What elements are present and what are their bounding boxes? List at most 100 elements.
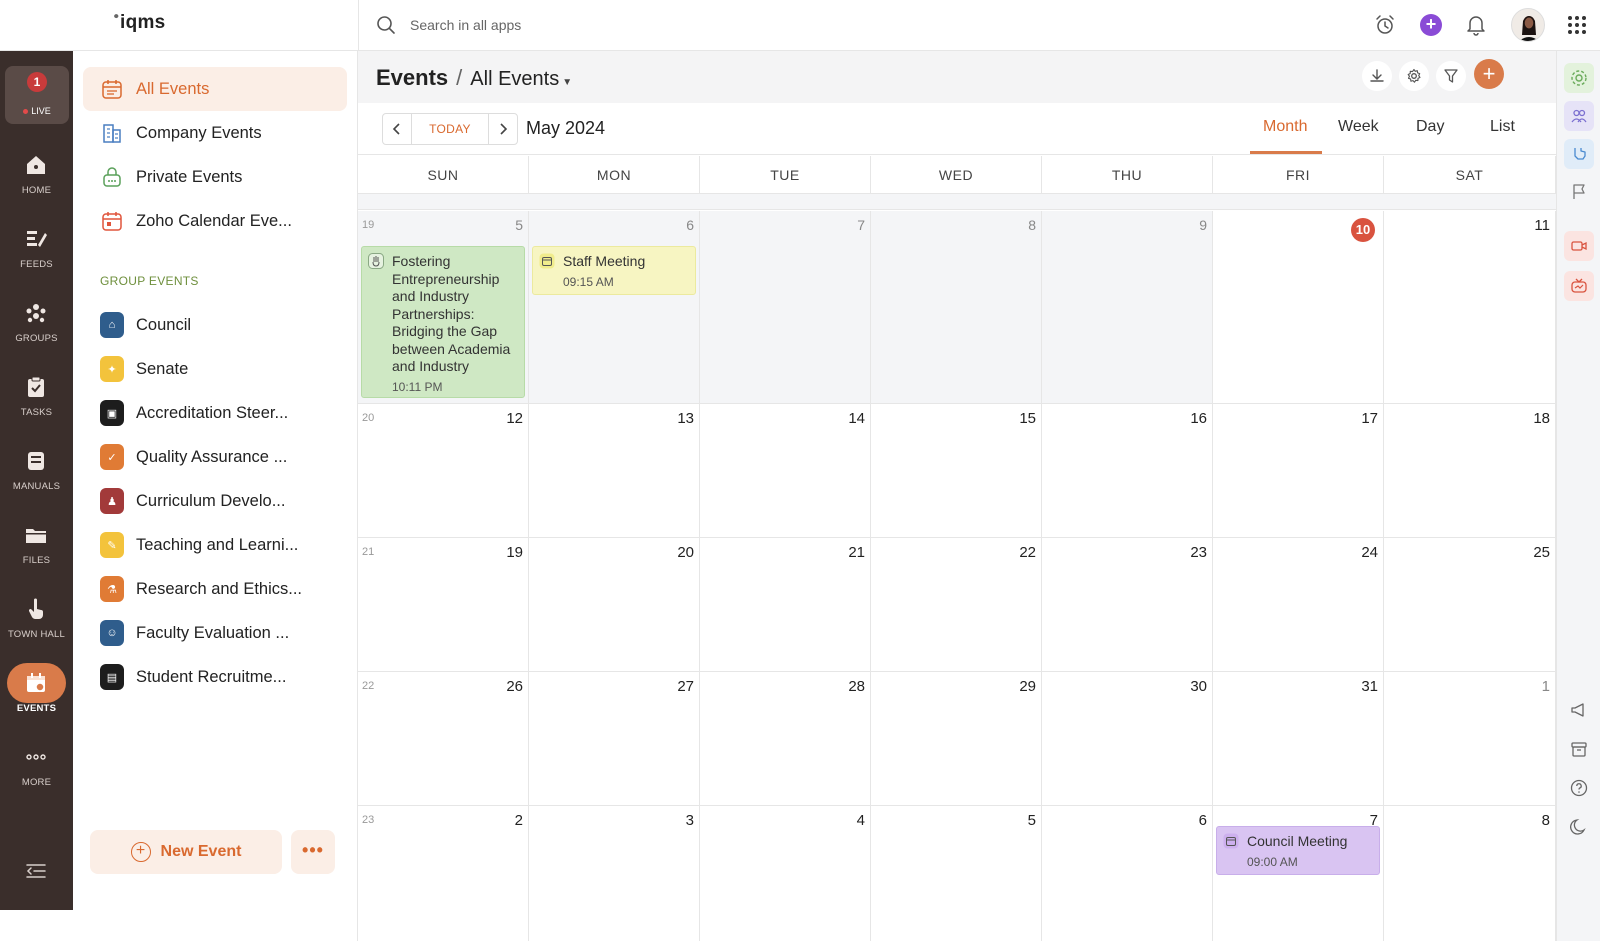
alarm-clock-icon[interactable] bbox=[1372, 12, 1398, 38]
sidebar-group-senate[interactable]: ✦ Senate bbox=[83, 347, 347, 391]
sidebar-item-all-events[interactable]: All Events bbox=[83, 67, 347, 111]
day-cell[interactable]: 3 bbox=[529, 806, 700, 941]
day-cell[interactable]: 20 12 bbox=[358, 404, 529, 537]
day-cell[interactable]: 14 bbox=[700, 404, 871, 537]
tab-month[interactable]: Month bbox=[1263, 118, 1307, 136]
day-cell[interactable]: 22 26 bbox=[358, 672, 529, 805]
rail-item-more[interactable]: MORE bbox=[0, 737, 73, 803]
download-button[interactable] bbox=[1362, 61, 1392, 91]
bell-icon[interactable] bbox=[1463, 12, 1489, 38]
day-cell[interactable]: 29 bbox=[871, 672, 1042, 805]
event-card[interactable]: Staff Meeting 09:15 AM bbox=[532, 246, 696, 295]
search-input[interactable]: Search in all apps bbox=[410, 17, 521, 33]
day-cell[interactable]: 9 bbox=[1042, 211, 1213, 403]
sidebar-group-student-recruitment[interactable]: ▤ Student Recruitme... bbox=[83, 655, 347, 699]
day-cell[interactable]: 23 bbox=[1042, 538, 1213, 671]
event-card[interactable]: Fostering Entrepreneurship and Industry … bbox=[361, 246, 525, 398]
sidebar-group-curriculum[interactable]: ♟ Curriculum Develo... bbox=[83, 479, 347, 523]
tv-app-icon[interactable] bbox=[1564, 271, 1594, 301]
people-app-icon[interactable] bbox=[1564, 101, 1594, 131]
day-number: 22 bbox=[1019, 544, 1036, 561]
handshake-app-icon[interactable] bbox=[1564, 139, 1594, 169]
filter-button[interactable] bbox=[1436, 61, 1466, 91]
add-event-button[interactable]: + bbox=[1474, 59, 1504, 89]
day-cell[interactable]: 25 bbox=[1384, 538, 1556, 671]
day-cell[interactable]: 6 bbox=[529, 211, 700, 403]
day-cell[interactable]: 23 2 bbox=[358, 806, 529, 941]
collapse-menu-icon[interactable] bbox=[26, 863, 46, 879]
rail-item-feeds[interactable]: FEEDS bbox=[0, 219, 73, 285]
prev-month-button[interactable] bbox=[383, 114, 411, 144]
global-search[interactable]: Search in all apps bbox=[376, 12, 521, 38]
new-event-button[interactable]: + New Event bbox=[90, 830, 282, 874]
day-cell[interactable]: 18 bbox=[1384, 404, 1556, 537]
sidebar-group-research-ethics[interactable]: ⚗ Research and Ethics... bbox=[83, 567, 347, 611]
dark-mode-moon-icon[interactable] bbox=[1567, 815, 1591, 839]
tab-day[interactable]: Day bbox=[1416, 118, 1444, 136]
settings-app-icon[interactable] bbox=[1564, 63, 1594, 93]
rail-item-town-hall[interactable]: TOWN HALL bbox=[0, 589, 73, 655]
sidebar-group-teaching-learning[interactable]: ✎ Teaching and Learni... bbox=[83, 523, 347, 567]
video-call-icon[interactable] bbox=[1564, 231, 1594, 261]
rail-item-manuals[interactable]: MANUALS bbox=[0, 441, 73, 507]
rail-item-tasks[interactable]: TASKS bbox=[0, 367, 73, 433]
day-cell[interactable]: 16 bbox=[1042, 404, 1213, 537]
sidebar-group-accreditation[interactable]: ▣ Accreditation Steer... bbox=[83, 391, 347, 435]
tab-list[interactable]: List bbox=[1490, 118, 1515, 136]
day-number: 8 bbox=[1541, 812, 1550, 829]
sidebar-more-button[interactable]: ••• bbox=[291, 830, 335, 874]
tab-week[interactable]: Week bbox=[1338, 118, 1379, 136]
day-cell[interactable]: 21 bbox=[700, 538, 871, 671]
settings-button[interactable] bbox=[1399, 61, 1429, 91]
day-cell[interactable]: 15 bbox=[871, 404, 1042, 537]
rail-item-files[interactable]: FILES bbox=[0, 515, 73, 581]
day-cell[interactable]: 30 bbox=[1042, 672, 1213, 805]
day-cell[interactable]: 6 bbox=[1042, 806, 1213, 941]
user-avatar[interactable] bbox=[1511, 8, 1545, 42]
sidebar-item-private-events[interactable]: Private Events bbox=[83, 155, 347, 199]
sidebar-group-quality-assurance[interactable]: ✓ Quality Assurance ... bbox=[83, 435, 347, 479]
zoho-calendar-icon bbox=[100, 209, 124, 233]
day-cell[interactable]: 4 bbox=[700, 806, 871, 941]
day-cell[interactable]: 28 bbox=[700, 672, 871, 805]
event-filter-dropdown[interactable]: All Events ▼ bbox=[470, 68, 572, 90]
rail-item-home[interactable]: HOME bbox=[0, 145, 73, 211]
day-cell[interactable]: 11 bbox=[1384, 211, 1556, 403]
next-month-button[interactable] bbox=[489, 114, 517, 144]
app-root: ⦁ iqms Search in all apps + 1 LIVE HOME … bbox=[0, 0, 1600, 941]
day-cell[interactable]: 20 bbox=[529, 538, 700, 671]
day-cell-next-month[interactable]: 1 bbox=[1384, 672, 1556, 805]
day-cell[interactable]: 8 bbox=[1384, 806, 1556, 941]
day-cell[interactable]: 21 19 bbox=[358, 538, 529, 671]
day-cell[interactable]: 22 bbox=[871, 538, 1042, 671]
day-cell-today[interactable]: 10 bbox=[1213, 211, 1384, 403]
day-number: 24 bbox=[1361, 544, 1378, 561]
day-cell[interactable]: 17 bbox=[1213, 404, 1384, 537]
day-cell[interactable]: 27 bbox=[529, 672, 700, 805]
app-logo[interactable]: ⦁ iqms bbox=[114, 10, 166, 34]
rail-item-events[interactable]: EVENTS bbox=[0, 663, 73, 729]
sidebar-group-council[interactable]: ⌂ Council bbox=[83, 303, 347, 347]
quick-add-button[interactable]: + bbox=[1418, 12, 1444, 38]
live-button[interactable]: 1 LIVE bbox=[5, 66, 69, 124]
help-icon[interactable] bbox=[1567, 776, 1591, 800]
flag-icon[interactable] bbox=[1564, 177, 1594, 207]
day-cell[interactable]: 8 bbox=[871, 211, 1042, 403]
day-cell[interactable]: 5 bbox=[871, 806, 1042, 941]
rail-item-groups[interactable]: GROUPS bbox=[0, 293, 73, 359]
megaphone-icon[interactable] bbox=[1567, 698, 1591, 722]
breadcrumb-root[interactable]: Events bbox=[376, 65, 448, 90]
app-grid-icon[interactable] bbox=[1564, 12, 1590, 38]
day-cell[interactable]: 7 bbox=[700, 211, 871, 403]
sidebar-item-zoho-calendar[interactable]: Zoho Calendar Eve... bbox=[83, 199, 347, 243]
today-button[interactable]: TODAY bbox=[411, 114, 489, 144]
day-cell[interactable]: 13 bbox=[529, 404, 700, 537]
sidebar-item-company-events[interactable]: Company Events bbox=[83, 111, 347, 155]
day-cell[interactable]: 24 bbox=[1213, 538, 1384, 671]
live-label: LIVE bbox=[5, 106, 69, 116]
day-cell[interactable]: 31 bbox=[1213, 672, 1384, 805]
archive-icon[interactable] bbox=[1567, 737, 1591, 761]
raised-hand-icon bbox=[368, 253, 384, 269]
event-card[interactable]: Council Meeting 09:00 AM bbox=[1216, 826, 1380, 875]
sidebar-group-faculty-evaluation[interactable]: ☺ Faculty Evaluation ... bbox=[83, 611, 347, 655]
